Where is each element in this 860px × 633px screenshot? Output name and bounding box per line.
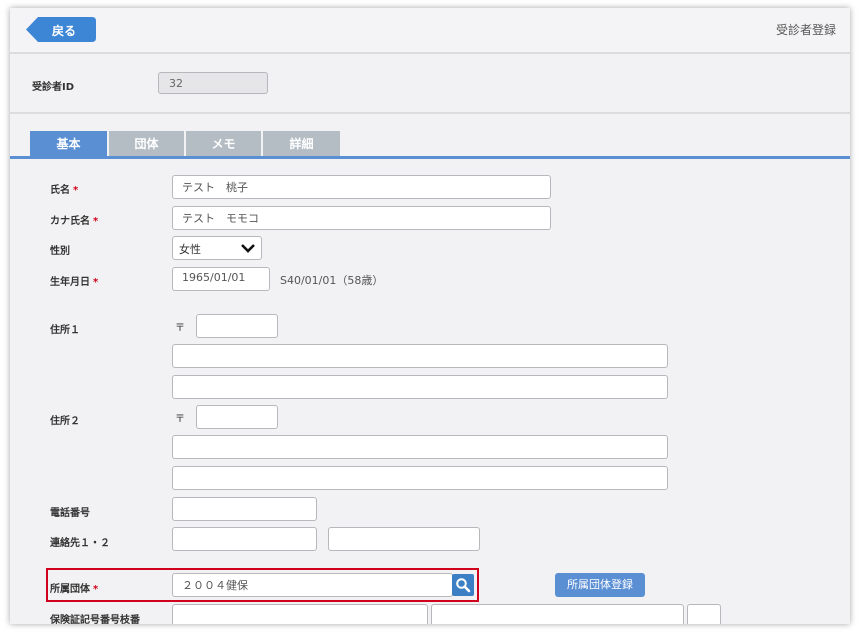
back-button-label: 戻る <box>52 24 77 38</box>
birthdate-input[interactable]: 1965/01/01 <box>172 267 270 291</box>
page-title: 受診者登録 <box>775 23 836 37</box>
postal-mark: 〒 <box>175 414 185 425</box>
phone-input[interactable] <box>172 497 317 521</box>
group-register-button[interactable]: 所属団体登録 <box>555 573 645 597</box>
app-window: 戻る 受診者登録 受診者ID 32 基本 団体 メモ 詳細 氏名 * テスト 桃子… <box>10 8 850 624</box>
gender-label: 性別 <box>50 246 70 257</box>
gender-value: 女性 <box>179 243 201 256</box>
search-icon <box>456 578 471 593</box>
top-bar: 戻る 受診者登録 <box>10 8 850 54</box>
tab-underline <box>10 156 850 159</box>
address2-line2-input[interactable] <box>172 466 668 490</box>
required-mark: * <box>73 185 79 196</box>
insurance-number-input[interactable] <box>431 604 684 624</box>
patient-id-field: 32 <box>158 72 268 94</box>
tab-basic[interactable]: 基本 <box>30 131 107 157</box>
birthdate-label: 生年月日 * <box>50 277 99 288</box>
contact2-input[interactable] <box>328 527 480 551</box>
tab-group[interactable]: 団体 <box>109 131 184 157</box>
address1-line1-input[interactable] <box>172 344 668 368</box>
address1-line2-input[interactable] <box>172 375 668 399</box>
patient-id-section: 受診者ID 32 <box>10 54 850 114</box>
gender-select[interactable]: 女性 <box>172 236 262 260</box>
required-mark: * <box>93 216 99 227</box>
wareki-age-text: S40/01/01（58歳） <box>280 274 384 287</box>
required-mark: * <box>93 277 99 288</box>
name-input[interactable]: テスト 桃子 <box>172 175 551 199</box>
address2-postal-input[interactable] <box>196 405 278 429</box>
tab-details[interactable]: 詳細 <box>263 131 340 157</box>
insurance-branch-input[interactable] <box>687 604 721 624</box>
group-search-button[interactable] <box>452 574 474 596</box>
name-label: 氏名 * <box>50 185 79 196</box>
contact1-input[interactable] <box>172 527 317 551</box>
tab-memo[interactable]: メモ <box>186 131 261 157</box>
kana-label: カナ氏名 * <box>50 216 99 227</box>
contact-label: 連絡先１・２ <box>50 538 110 549</box>
postal-mark: 〒 <box>175 323 185 334</box>
address1-label: 住所１ <box>50 325 80 336</box>
address2-line1-input[interactable] <box>172 435 668 459</box>
chevron-down-icon <box>241 244 255 253</box>
required-mark: * <box>93 584 99 595</box>
address1-postal-input[interactable] <box>196 314 278 338</box>
insurance-symbol-input[interactable] <box>172 604 428 624</box>
kana-input[interactable]: テスト モモコ <box>172 206 551 230</box>
address2-label: 住所２ <box>50 416 80 427</box>
group-label: 所属団体 * <box>50 584 99 595</box>
insurance-label: 保険証記号番号枝番 <box>50 615 140 624</box>
group-input[interactable]: ２００４健保 <box>172 573 453 597</box>
back-button[interactable]: 戻る <box>26 17 96 42</box>
patient-id-label: 受診者ID <box>32 82 75 93</box>
phone-label: 電話番号 <box>50 508 90 519</box>
